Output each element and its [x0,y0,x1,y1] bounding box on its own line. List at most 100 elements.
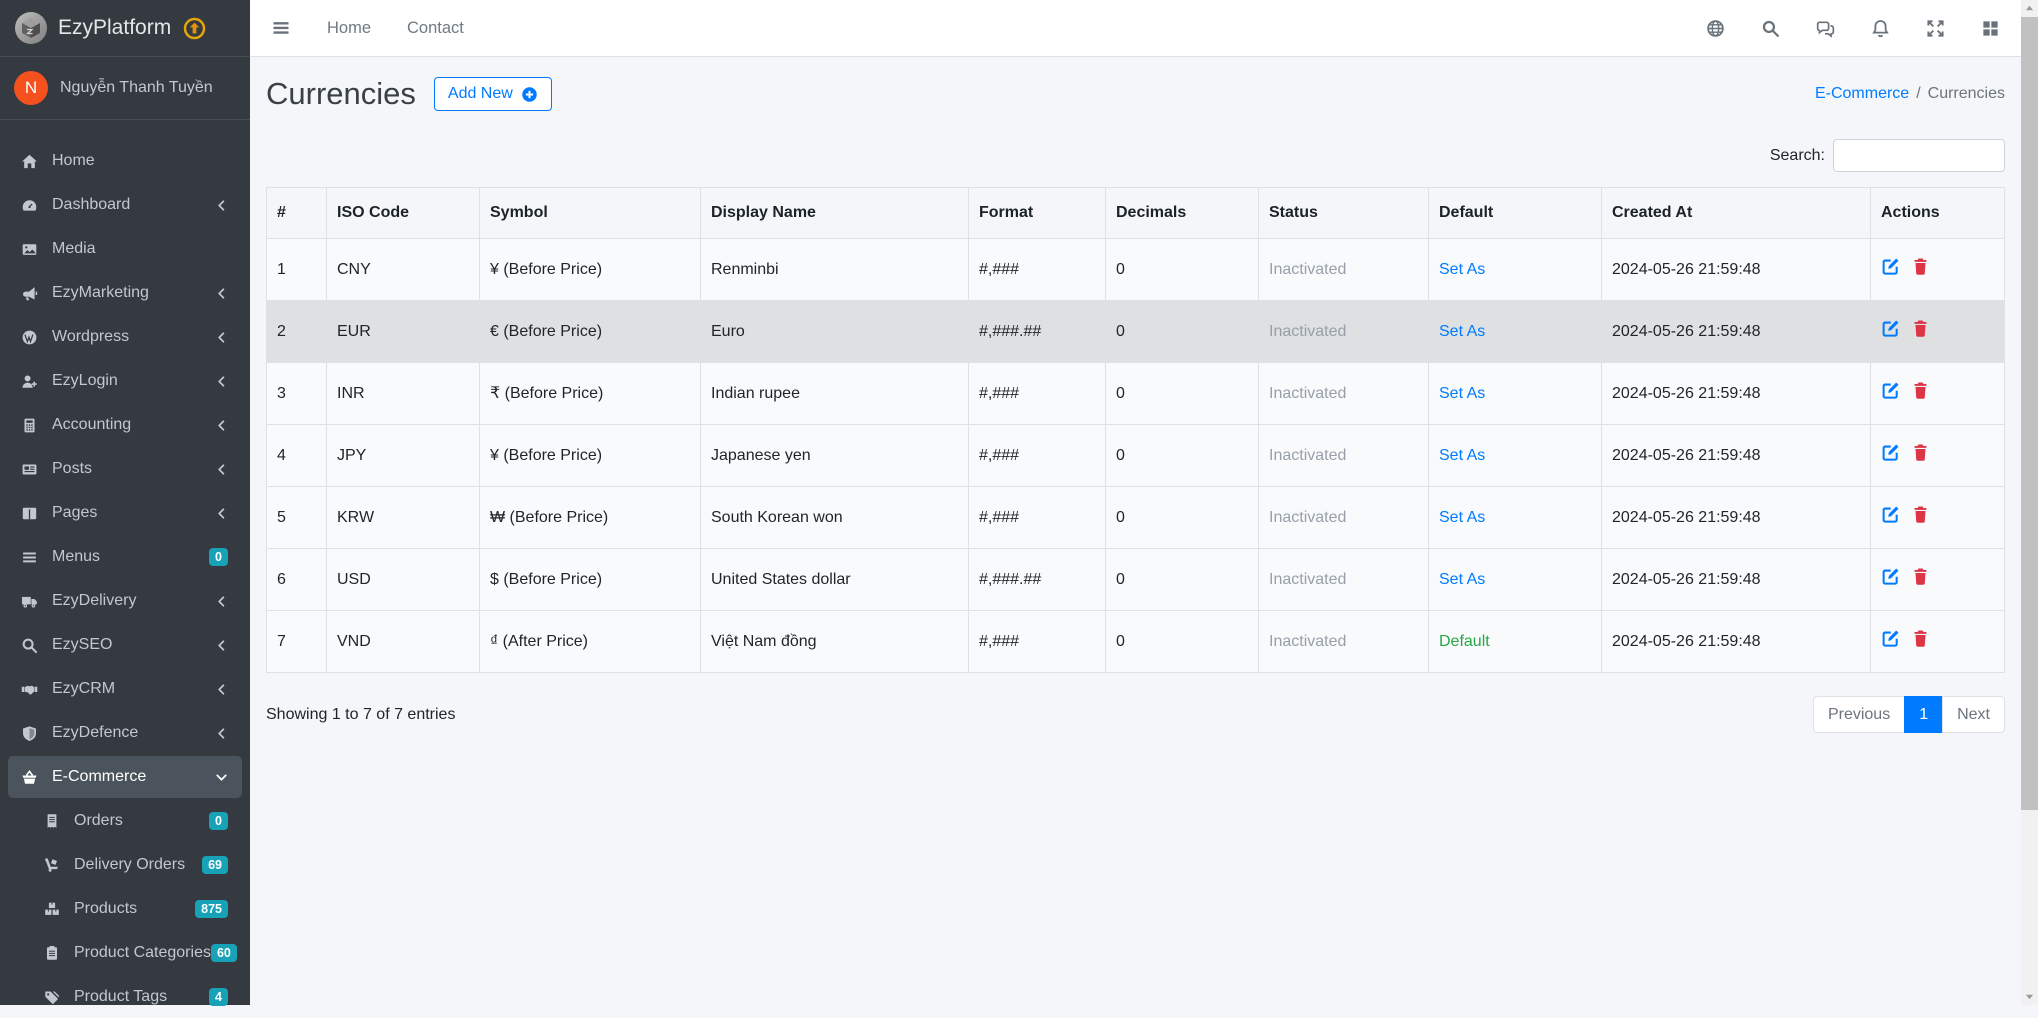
edit-icon[interactable] [1881,443,1900,462]
default-indicator: Default [1439,633,1490,650]
sidebar-item-delivery-orders[interactable]: Delivery Orders69 [8,844,242,886]
sidebar-item-media[interactable]: Media [8,228,242,270]
clipboard-icon [38,945,65,961]
table-row-inr: 3INR₹ (Before Price)Indian rupee#,###0In… [267,363,2005,425]
scrollbar[interactable] [2021,0,2038,1005]
cell-status: Inactivated [1259,301,1429,363]
delete-trash-icon[interactable] [1911,319,1930,338]
column-header-created-at[interactable]: Created At [1602,188,1871,239]
delete-trash-icon[interactable] [1911,443,1930,462]
search-label: Search: [1770,147,1825,165]
column-header--[interactable]: # [267,188,327,239]
set-as-default-link[interactable]: Set As [1439,323,1485,340]
edit-icon[interactable] [1881,629,1900,648]
sidebar-item-dashboard[interactable]: Dashboard [8,184,242,226]
count-badge: 69 [202,856,228,875]
brand-name: EzyPlatform [58,16,171,40]
column-header-status[interactable]: Status [1259,188,1429,239]
cell-iso-code: CNY [327,239,480,301]
column-header-iso-code[interactable]: ISO Code [327,188,480,239]
fullscreen-icon[interactable] [1926,19,1945,38]
edit-icon[interactable] [1881,567,1900,586]
sidebar-item-ezylogin[interactable]: EzyLogin [8,360,242,402]
sidebar-item-posts[interactable]: Posts [8,448,242,490]
column-header-actions[interactable]: Actions [1871,188,2005,239]
cell-format: #,### [969,425,1106,487]
navbar-link-contact[interactable]: Contact [407,19,464,38]
sidebar-item-orders[interactable]: Orders0 [8,800,242,842]
table-row-jpy: 4JPY¥ (Before Price)Japanese yen#,###0In… [267,425,2005,487]
cell-format: #,###.## [969,301,1106,363]
image-icon [16,241,43,258]
search-icon[interactable] [1761,19,1780,38]
breadcrumb-link-ecommerce[interactable]: E-Commerce [1815,85,1909,102]
set-as-default-link[interactable]: Set As [1439,261,1485,278]
dolly-icon [38,857,65,873]
sidebar-item-ezydefence[interactable]: EzyDefence [8,712,242,754]
edit-icon[interactable] [1881,319,1900,338]
scroll-down-arrow-icon[interactable] [2021,988,2038,1005]
scrollbar-thumb[interactable] [2021,17,2038,810]
cell-iso-code: KRW [327,487,480,549]
sidebar-item-home[interactable]: Home [8,140,242,182]
delete-trash-icon[interactable] [1911,567,1930,586]
tags-icon [38,989,65,1005]
sidebar-item-ezydelivery[interactable]: EzyDelivery [8,580,242,622]
sidebar-item-products[interactable]: Products875 [8,888,242,930]
sidebar-item-menus[interactable]: Menus0 [8,536,242,578]
column-header-display-name[interactable]: Display Name [701,188,969,239]
cell-actions [1871,549,2005,611]
add-new-button[interactable]: Add New [434,77,552,111]
notifications-bell-icon[interactable] [1871,19,1890,38]
column-header-default[interactable]: Default [1429,188,1602,239]
scroll-up-arrow-icon[interactable] [2021,0,2038,17]
set-as-default-link[interactable]: Set As [1439,447,1485,464]
cell-iso-code: EUR [327,301,480,363]
edit-icon[interactable] [1881,381,1900,400]
delete-trash-icon[interactable] [1911,629,1930,648]
sidebar-item-product-categories[interactable]: Product Categories60 [8,932,242,974]
sidebar-toggle-icon[interactable] [271,18,291,38]
gauge-icon [16,197,43,214]
edit-icon[interactable] [1881,505,1900,524]
home-icon [16,153,43,170]
language-globe-icon[interactable] [1706,19,1725,38]
next-page-button[interactable]: Next [1942,696,2005,733]
page-1-button[interactable]: 1 [1904,696,1943,733]
sidebar-item-ezyseo[interactable]: EzySEO [8,624,242,666]
messages-icon[interactable] [1816,19,1835,38]
cell-default: Set As [1429,549,1602,611]
delete-trash-icon[interactable] [1911,381,1930,400]
user-panel[interactable]: N Nguyễn Thanh Tuyền [0,57,250,120]
brand[interactable]: EzyPlatform [0,0,250,57]
previous-page-button[interactable]: Previous [1813,696,1905,733]
sidebar-item-accounting[interactable]: Accounting [8,404,242,446]
sidebar-item-ezycrm[interactable]: EzyCRM [8,668,242,710]
set-as-default-link[interactable]: Set As [1439,571,1485,588]
cell-decimals: 0 [1106,549,1259,611]
cell-display-name: United States dollar [701,549,969,611]
column-header-format[interactable]: Format [969,188,1106,239]
edit-icon[interactable] [1881,257,1900,276]
cell-symbol: ₹ (Before Price) [480,363,701,425]
sidebar-item-ezymarketing[interactable]: EzyMarketing [8,272,242,314]
column-header-decimals[interactable]: Decimals [1106,188,1259,239]
cell-decimals: 0 [1106,301,1259,363]
sidebar-item-wordpress[interactable]: Wordpress [8,316,242,358]
handshake-icon [16,681,43,698]
delete-trash-icon[interactable] [1911,505,1930,524]
cell-decimals: 0 [1106,487,1259,549]
delete-trash-icon[interactable] [1911,257,1930,276]
sidebar-item-product-tags[interactable]: Product Tags4 [8,976,242,1018]
navbar-link-home[interactable]: Home [327,19,371,38]
set-as-default-link[interactable]: Set As [1439,385,1485,402]
sidebar-item-pages[interactable]: Pages [8,492,242,534]
control-sidebar-grid-icon[interactable] [1981,19,2000,38]
column-header-symbol[interactable]: Symbol [480,188,701,239]
sidebar-item-e-commerce[interactable]: E-Commerce [8,756,242,798]
cell-num: 2 [267,301,327,363]
set-as-default-link[interactable]: Set As [1439,509,1485,526]
search-input[interactable] [1833,139,2005,172]
cell-display-name: Japanese yen [701,425,969,487]
count-badge: 0 [209,548,228,567]
